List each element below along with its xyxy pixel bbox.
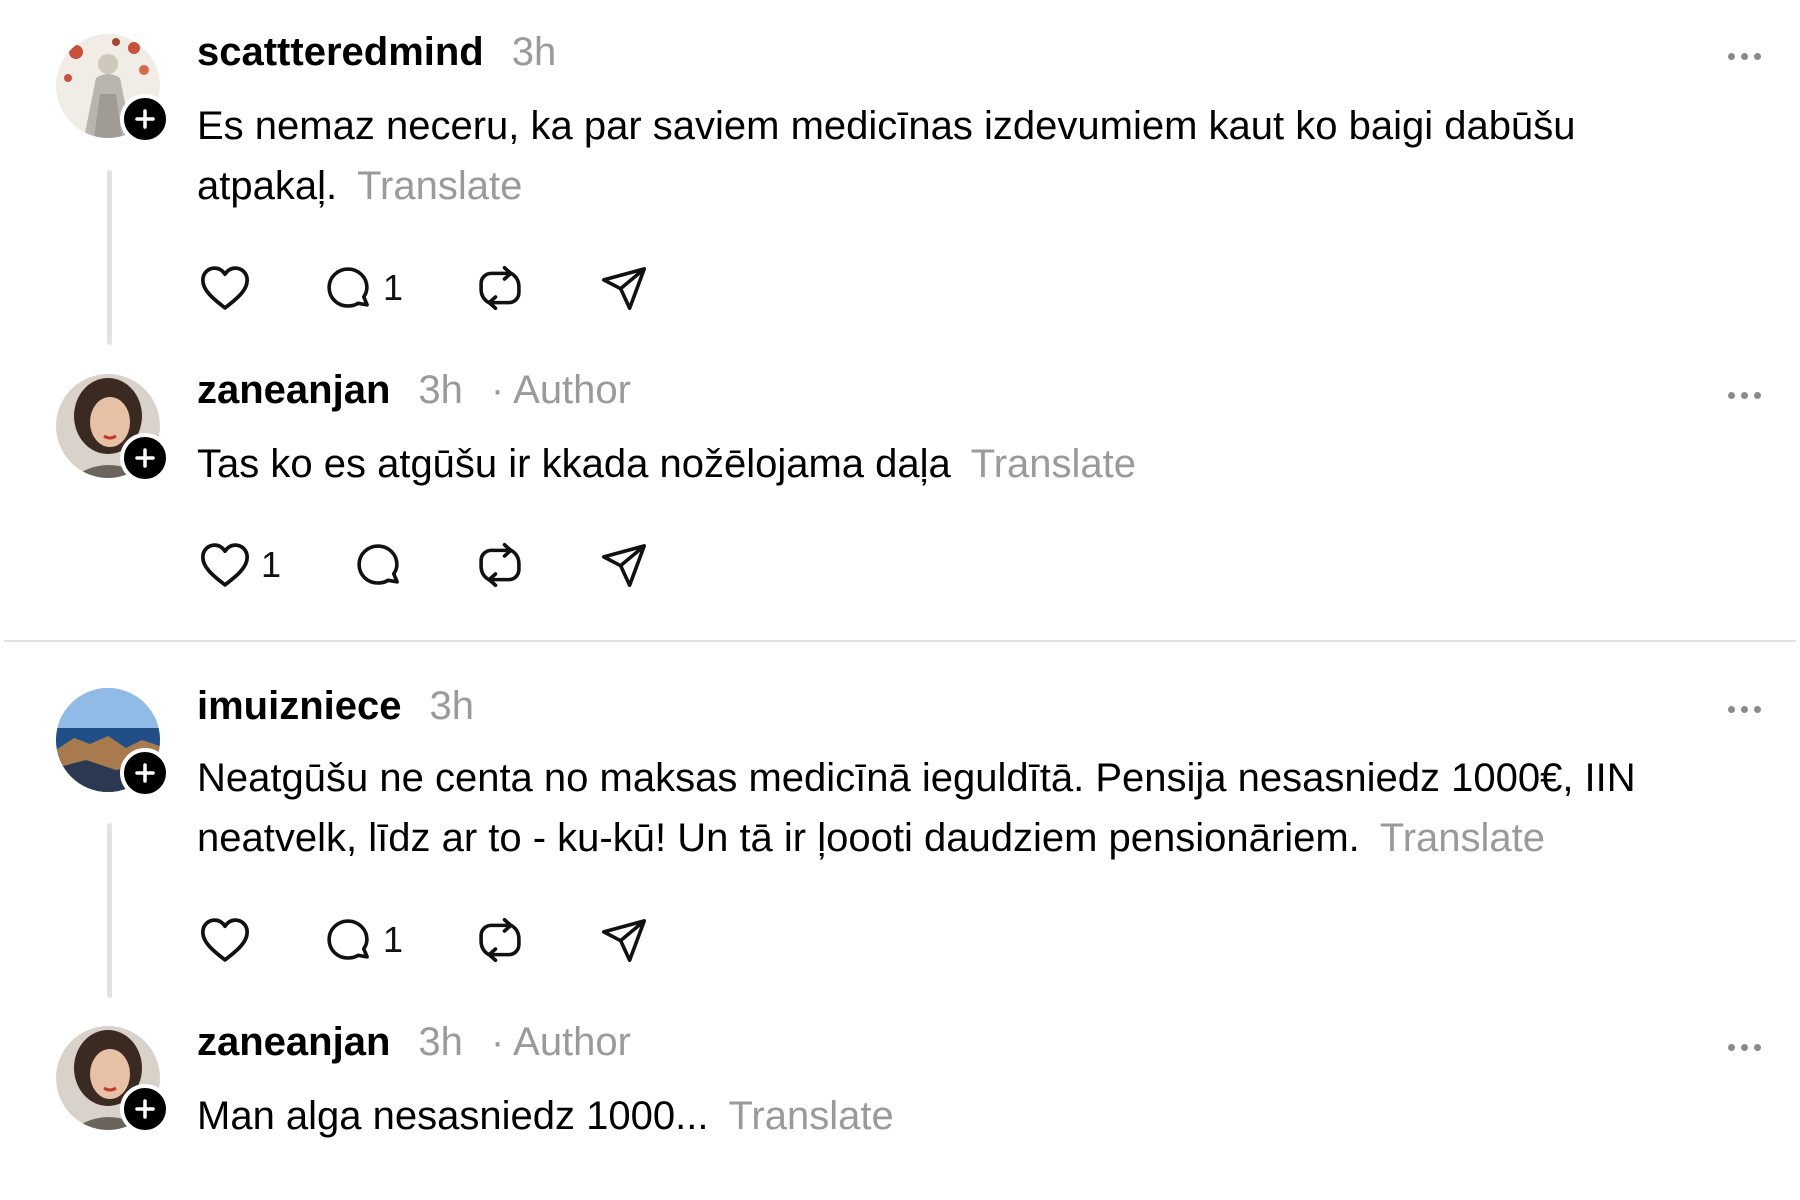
- more-options-button[interactable]: [1728, 392, 1761, 399]
- post-body: Man alga nesasniedz 1000...: [197, 1094, 709, 1138]
- plus-icon: [135, 763, 155, 783]
- like-button[interactable]: [197, 910, 261, 970]
- more-icon: [1728, 706, 1735, 713]
- post-text: Man alga nesasniedz 1000... Translate: [197, 1086, 1757, 1146]
- reply-button[interactable]: 1: [321, 910, 403, 970]
- like-button[interactable]: [197, 258, 261, 318]
- translate-link[interactable]: Translate: [971, 442, 1136, 486]
- more-options-button[interactable]: [1728, 706, 1761, 713]
- heart-icon: [200, 543, 250, 587]
- share-button[interactable]: [597, 258, 651, 318]
- share-button[interactable]: [597, 910, 651, 970]
- plus-icon: [135, 1099, 155, 1119]
- plus-icon: [135, 448, 155, 468]
- reply-count: 1: [383, 267, 404, 308]
- repost-button[interactable]: [473, 258, 527, 318]
- more-icon: [1728, 1044, 1735, 1051]
- username[interactable]: imuizniece: [197, 684, 402, 729]
- share-button[interactable]: [597, 535, 651, 595]
- plus-icon: [135, 109, 155, 129]
- more-options-button[interactable]: [1728, 53, 1761, 60]
- thread-line: [107, 823, 112, 998]
- translate-link[interactable]: Translate: [357, 164, 522, 208]
- author-label: · Author: [490, 1020, 631, 1064]
- post-text: Neatgūšu ne centa no maksas medicīnā ieg…: [197, 748, 1757, 868]
- reply-button[interactable]: [351, 535, 413, 595]
- timestamp[interactable]: 3h: [418, 368, 463, 413]
- repost-icon: [479, 265, 521, 311]
- post-body: Tas ko es atgūšu ir kkada nožēlojama daļ…: [197, 442, 951, 486]
- like-button[interactable]: 1: [197, 535, 281, 595]
- follow-button[interactable]: [120, 94, 170, 144]
- repost-button[interactable]: [473, 910, 527, 970]
- share-icon: [601, 919, 647, 963]
- heart-icon: [200, 266, 250, 310]
- translate-link[interactable]: Translate: [728, 1094, 893, 1138]
- timestamp[interactable]: 3h: [512, 30, 557, 75]
- follow-button[interactable]: [120, 1084, 170, 1134]
- timestamp[interactable]: 3h: [418, 1020, 463, 1065]
- comment-icon: [327, 919, 369, 960]
- reply-count: 1: [383, 919, 404, 960]
- thread-divider: [4, 640, 1796, 642]
- heart-icon: [200, 918, 250, 962]
- timestamp[interactable]: 3h: [430, 684, 475, 729]
- share-icon: [601, 544, 647, 588]
- translate-link[interactable]: Translate: [1380, 816, 1545, 860]
- more-options-button[interactable]: [1728, 1044, 1761, 1051]
- repost-icon: [479, 917, 521, 963]
- repost-button[interactable]: [473, 535, 527, 595]
- follow-button[interactable]: [120, 433, 170, 483]
- repost-icon: [479, 542, 521, 588]
- post-text: Es nemaz neceru, ka par saviem medicīnas…: [197, 96, 1757, 216]
- share-icon: [601, 267, 647, 311]
- reply-button[interactable]: 1: [321, 258, 403, 318]
- author-label: · Author: [490, 368, 631, 412]
- comment-icon: [327, 267, 369, 308]
- follow-button[interactable]: [120, 748, 170, 798]
- post-text: Tas ko es atgūšu ir kkada nožēlojama daļ…: [197, 434, 1757, 494]
- more-icon: [1728, 392, 1735, 399]
- username[interactable]: scattteredmind: [197, 30, 484, 75]
- username[interactable]: zaneanjan: [197, 1020, 390, 1065]
- comment-icon: [357, 544, 399, 585]
- like-count: 1: [261, 544, 282, 585]
- thread-line: [107, 170, 112, 345]
- more-icon: [1728, 53, 1735, 60]
- username[interactable]: zaneanjan: [197, 368, 390, 413]
